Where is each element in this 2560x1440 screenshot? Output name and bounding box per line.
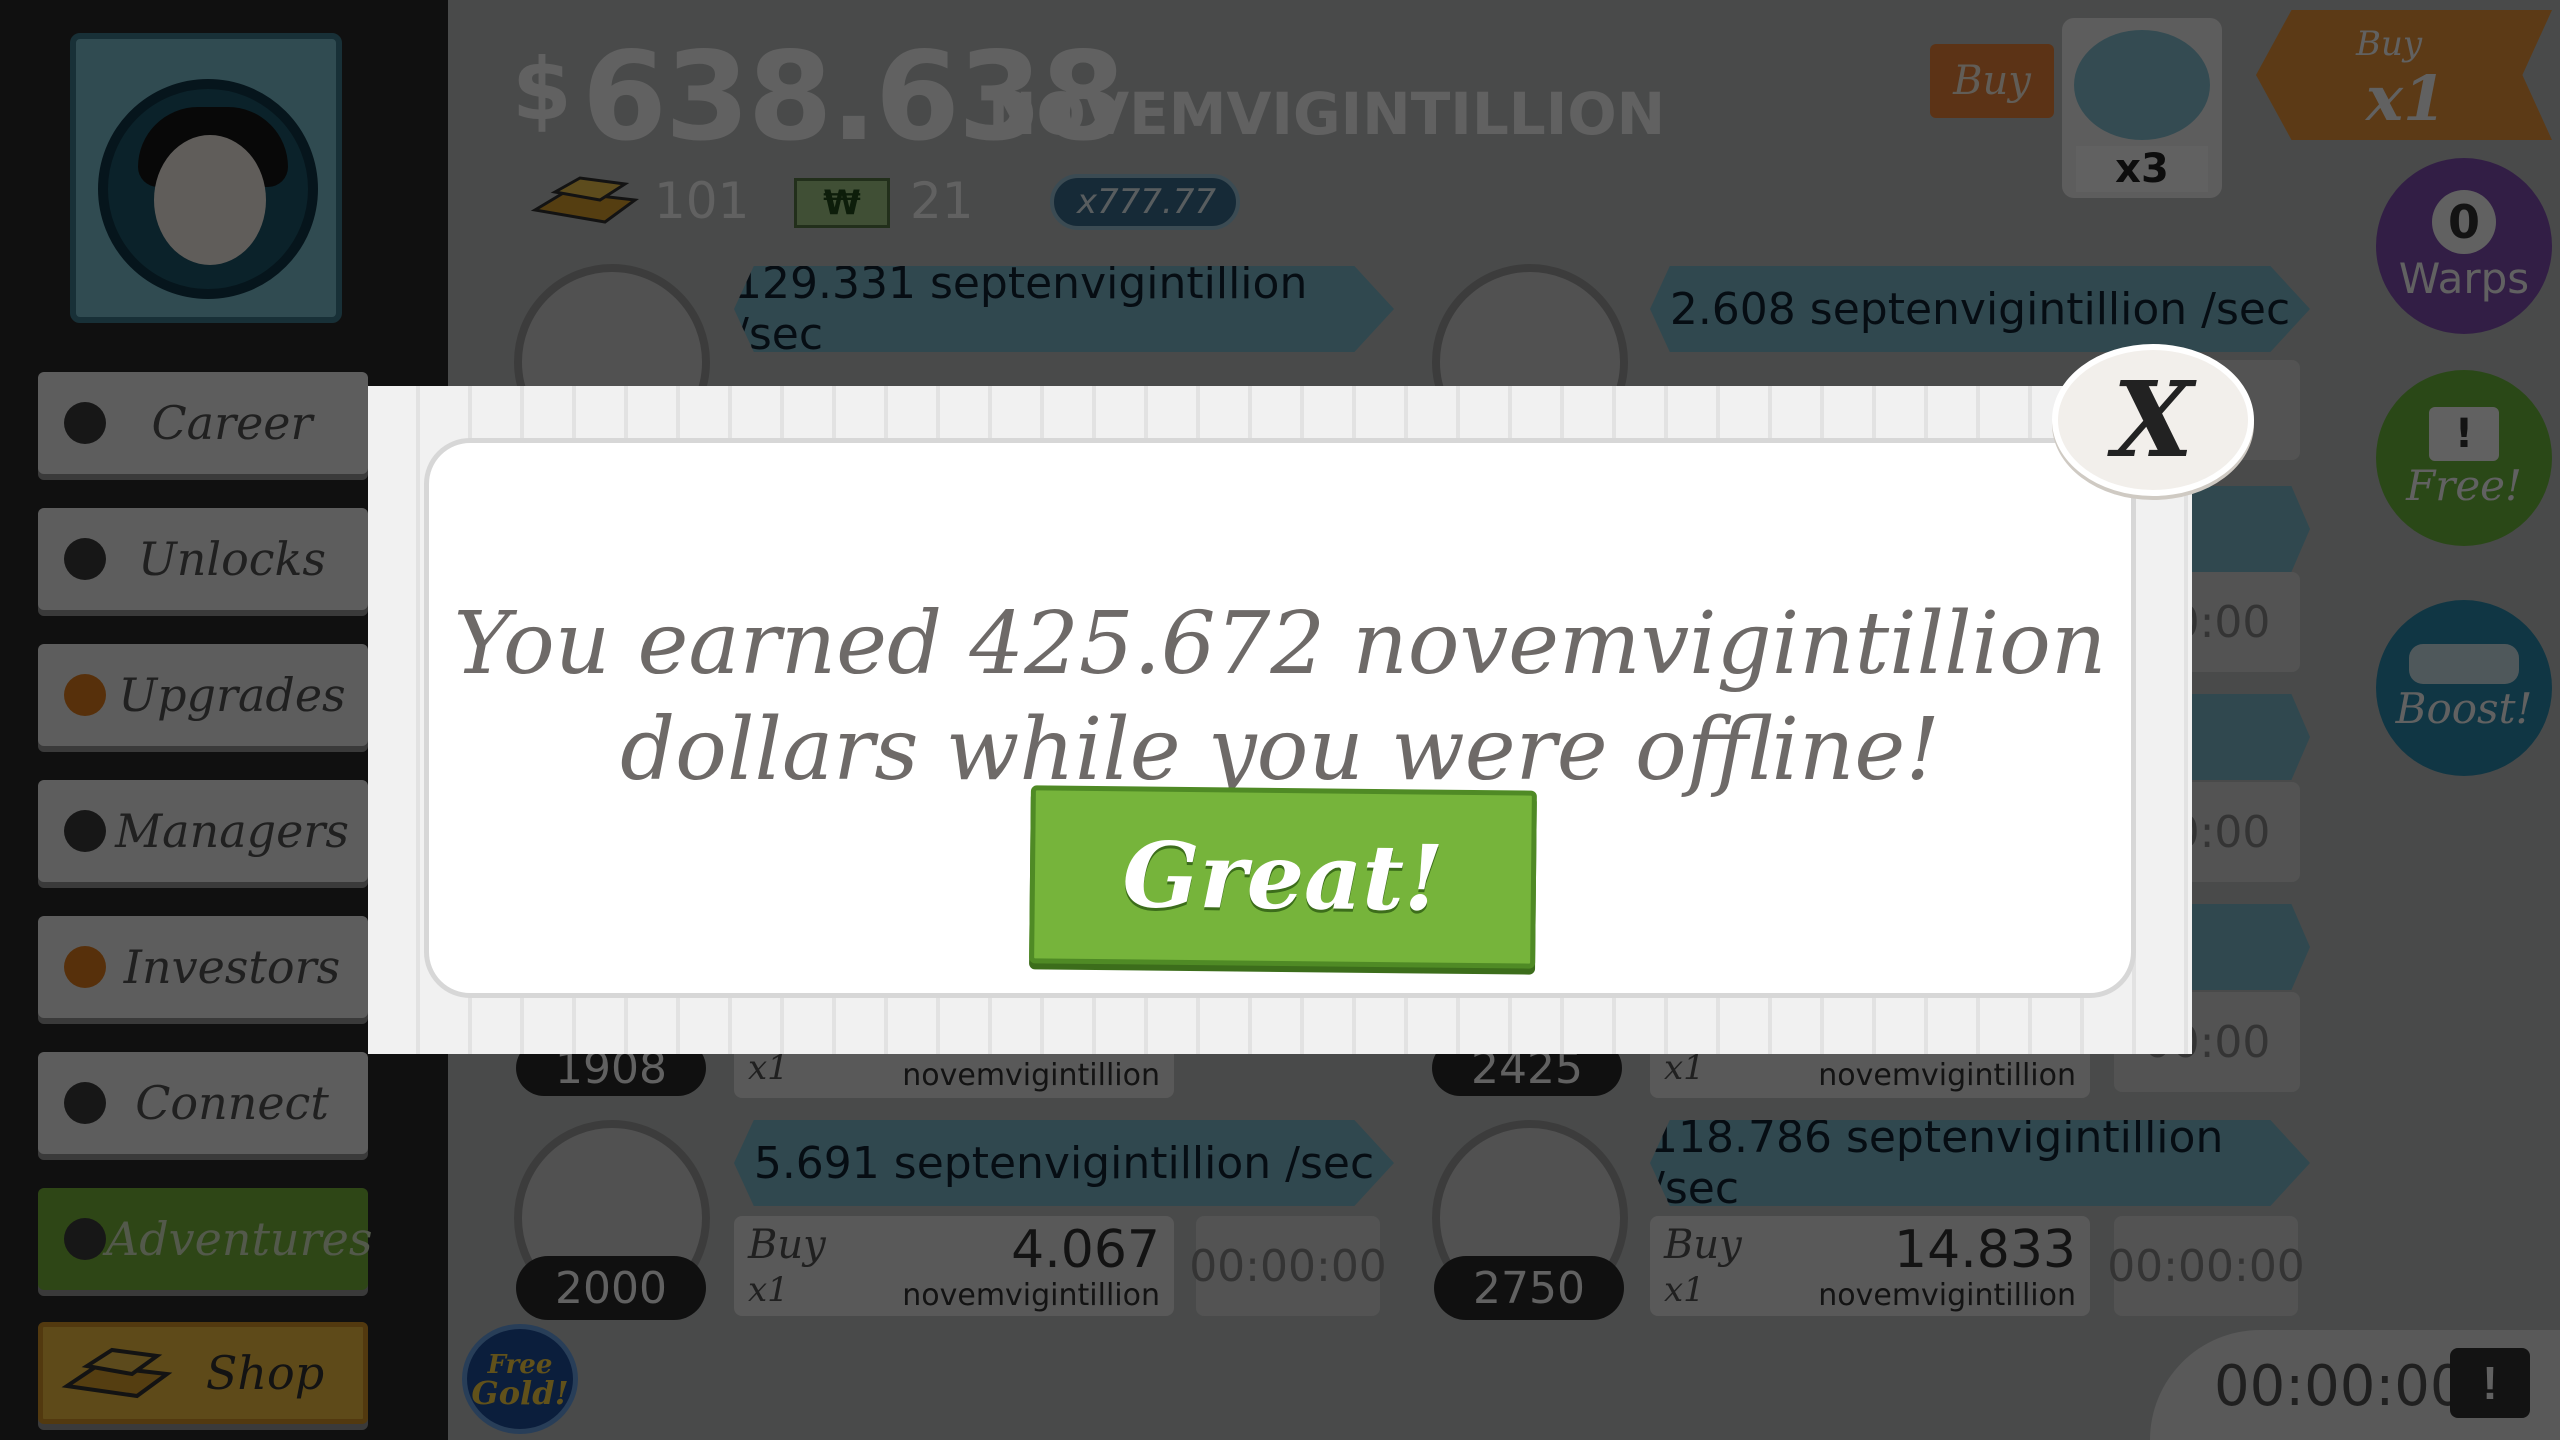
business-rate-bar: 2.608 septenvigintillion /sec: [1650, 266, 2310, 352]
business-rate-bar: 5.691 septenvigintillion /sec: [734, 1120, 1394, 1206]
sidebar-item-label: Managers: [115, 804, 349, 858]
money-unit: NOVEMVIGINTILLION: [988, 80, 1666, 148]
avatar-face: [154, 135, 266, 265]
status-dot: [64, 402, 106, 444]
great-button-label: Great!: [1121, 822, 1445, 932]
business-rate-bar: 129.331 septenvigintillion /sec: [734, 266, 1394, 352]
timer-text: 00:00:00: [2107, 1240, 2305, 1292]
tv-alert-icon: !: [2429, 406, 2499, 461]
cost-unit: novemvigintillion: [1818, 1058, 2076, 1093]
business-rate: 2.608 septenvigintillion /sec: [1669, 283, 2291, 335]
business-rate: 5.691 septenvigintillion /sec: [753, 1137, 1375, 1189]
buy-label: Buy: [1953, 58, 2031, 104]
business-rate: 129.331 septenvigintillion /sec: [734, 258, 1308, 360]
message-line-1: You earned 425.672 novemvigintillion: [453, 594, 2107, 694]
avatar-porthole: [98, 79, 318, 299]
car-icon: [2409, 643, 2519, 684]
business-timer: 00:00:00: [1189, 1216, 1387, 1316]
warps-count: 0: [2432, 189, 2496, 254]
notification-dot: [64, 674, 106, 716]
megabucks-icon: ₩: [794, 178, 890, 228]
sidebar-item-adventures[interactable]: Adventures: [38, 1188, 372, 1290]
buy-multiplier: x1: [1664, 1048, 1705, 1088]
multiplier-badge[interactable]: x777.77: [1050, 174, 1240, 230]
business-timer: 00:00:00: [2107, 1216, 2305, 1316]
sidebar-item-investors[interactable]: Investors: [38, 916, 368, 1018]
buy-word: Buy: [748, 1222, 826, 1268]
tv-reward-panel[interactable]: 00:00:00 !: [2150, 1330, 2560, 1440]
owned-count: 2750: [1473, 1262, 1585, 1314]
cost-unit: novemvigintillion: [1818, 1278, 2076, 1313]
sidebar-item-label: Career: [151, 396, 313, 450]
sidebar-item-connect[interactable]: Connect: [38, 1052, 368, 1154]
sidebar-item-label: Unlocks: [137, 532, 327, 586]
warps-button[interactable]: 0 Warps: [2376, 158, 2552, 334]
megabucks-count: 21: [910, 172, 974, 230]
notification-dot: [64, 946, 106, 988]
free-gold-line2: Gold!: [471, 1374, 569, 1412]
free-reward-button[interactable]: ! Free!: [2376, 370, 2552, 546]
buy-mode-line1: Buy: [2356, 24, 2423, 64]
status-dot: [64, 1218, 106, 1260]
buy-mode-line2: x1: [2366, 62, 2447, 135]
buy-business-button[interactable]: Buy x1 4.067 novemvigintillion: [734, 1216, 1174, 1316]
close-dialog-button[interactable]: X: [2052, 344, 2254, 496]
buy-business-button[interactable]: Buy x1 14.833 novemvigintillion: [1650, 1216, 2090, 1316]
tv-icon: !: [2450, 1348, 2530, 1418]
timer-text: 00:00:00: [1189, 1240, 1387, 1292]
buy-mode-toggle[interactable]: Buy x1: [2256, 10, 2552, 140]
gold-icon: [530, 170, 640, 235]
business-rate: 118.786 septenvigintillion /sec: [1650, 1112, 2224, 1214]
cost-unit: novemvigintillion: [902, 1058, 1160, 1093]
offline-earnings-message: You earned 425.672 novemvigintillion dol…: [429, 591, 2131, 803]
buy-word: Buy: [1664, 1222, 1742, 1268]
video-camera-icon: [2074, 30, 2210, 140]
sidebar-item-shop[interactable]: Shop: [38, 1322, 368, 1424]
sidebar-item-label: Upgrades: [118, 668, 346, 722]
business-owned-count: 2750: [1434, 1256, 1624, 1320]
status-dot: [64, 538, 106, 580]
tv-timer: 00:00:00: [2214, 1354, 2466, 1419]
free-label: Free!: [2406, 460, 2522, 510]
multiplier-value: x777.77: [1076, 182, 1216, 222]
buy-multiplier: x1: [1664, 1270, 1705, 1310]
warps-label: Warps: [2398, 253, 2530, 303]
sidebar-item-upgrades[interactable]: Upgrades: [38, 644, 368, 746]
sidebar-item-label: Connect: [135, 1076, 329, 1130]
business-rate-bar: 118.786 septenvigintillion /sec: [1650, 1120, 2310, 1206]
boost-label: Boost!: [2395, 683, 2533, 733]
business-cost: 14.833: [1894, 1220, 2076, 1280]
sidebar-item-unlocks[interactable]: Unlocks: [38, 508, 368, 610]
player-avatar[interactable]: [70, 33, 342, 323]
buy-multiplier: x1: [748, 1270, 789, 1310]
cost-unit: novemvigintillion: [902, 1278, 1160, 1313]
gold-bars-icon: [57, 1336, 177, 1411]
status-dot: [64, 1082, 106, 1124]
sidebar-item-label: Adventures: [106, 1212, 373, 1266]
sidebar-item-career[interactable]: Career: [38, 372, 368, 474]
sidebar-item-label: Shop: [205, 1346, 325, 1400]
video-multiplier: x3: [2076, 146, 2208, 192]
owned-count: 2000: [555, 1262, 667, 1314]
business-owned-count: 2000: [516, 1256, 706, 1320]
free-gold-button[interactable]: Free Gold!: [462, 1324, 578, 1434]
sidebar-item-label: Investors: [123, 940, 341, 994]
great-button[interactable]: Great!: [1029, 785, 1537, 969]
sidebar-item-managers[interactable]: Managers: [38, 780, 368, 882]
money-symbol: $: [512, 40, 572, 140]
video-ad-button[interactable]: x3: [2062, 18, 2222, 198]
buy-button[interactable]: Buy: [1930, 44, 2054, 118]
gold-count: 101: [654, 172, 750, 230]
business-cost: 4.067: [1011, 1220, 1160, 1280]
status-dot: [64, 810, 106, 852]
close-icon: X: [2112, 358, 2194, 481]
boost-button[interactable]: Boost!: [2376, 600, 2552, 776]
buy-multiplier: x1: [748, 1048, 789, 1088]
